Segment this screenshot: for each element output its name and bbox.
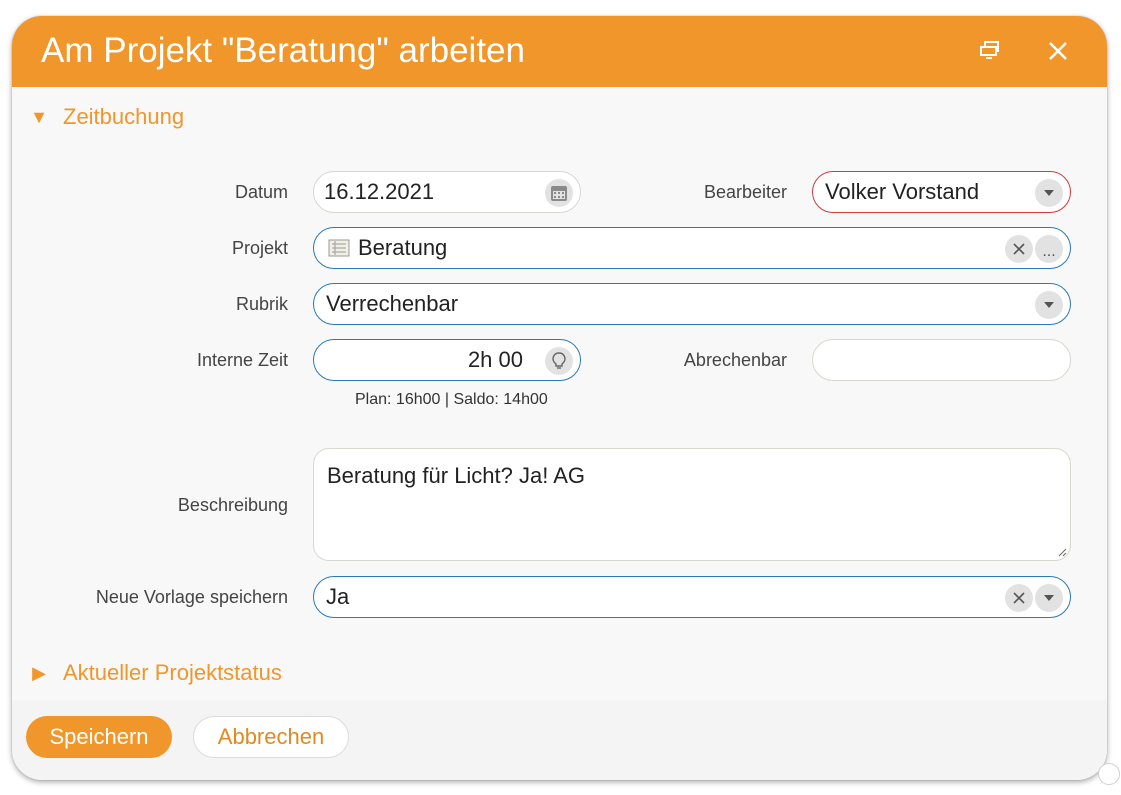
chevron-down-icon[interactable] <box>1035 584 1063 612</box>
restore-icon[interactable] <box>976 37 1004 65</box>
triangle-right-icon: ▶ <box>32 662 46 683</box>
vorlage-select[interactable]: Ja <box>313 576 1071 618</box>
projekt-value: Beratung <box>358 235 448 260</box>
datum-field[interactable]: 16.12.2021 <box>313 171 581 213</box>
clear-icon[interactable] <box>1005 235 1033 263</box>
plan-saldo-hint: Plan: 16h00 | Saldo: 14h00 <box>355 391 548 408</box>
bearbeiter-value: Volker Vorstand <box>825 179 980 204</box>
abrechenbar-label: Abrechenbar <box>683 350 787 370</box>
resize-handle[interactable] <box>1098 763 1120 785</box>
more-button[interactable]: ... <box>1035 235 1063 263</box>
datum-label: Datum <box>234 182 288 202</box>
vorlage-value: Ja <box>326 584 350 609</box>
beschreibung-value: Beratung für Licht? Ja! AG <box>327 463 586 488</box>
beschreibung-label: Beschreibung <box>177 495 288 515</box>
bearbeiter-select[interactable]: Volker Vorstand <box>812 171 1071 213</box>
rubrik-select[interactable]: Verrechenbar <box>313 283 1071 325</box>
vorlage-label: Neue Vorlage speichern <box>95 587 288 607</box>
lightbulb-icon[interactable] <box>545 347 573 375</box>
dialog-title: Am Projekt "Beratung" arbeiten <box>41 31 525 70</box>
datum-value: 16.12.2021 <box>324 179 435 204</box>
interne-zeit-field[interactable]: 2h 00 <box>313 339 581 381</box>
resize-grip-icon[interactable] <box>1057 547 1067 557</box>
abrechenbar-field[interactable] <box>812 339 1071 381</box>
chevron-down-icon[interactable] <box>1035 179 1063 207</box>
bearbeiter-label: Bearbeiter <box>703 182 787 202</box>
triangle-down-icon: ▼ <box>30 106 48 127</box>
cancel-button[interactable]: Abbrechen <box>193 716 349 758</box>
close-icon[interactable] <box>1044 37 1072 65</box>
interne-zeit-value: 2h 00 <box>467 347 523 372</box>
section-zeitbuchung[interactable]: ▼ Zeitbuchung <box>28 102 184 132</box>
projekt-label: Projekt <box>231 238 288 258</box>
beschreibung-textarea[interactable]: Beratung für Licht? Ja! AG <box>313 448 1071 561</box>
section-projektstatus-label: Aktueller Projektstatus <box>63 660 282 685</box>
calendar-icon[interactable] <box>545 179 573 207</box>
dialog-footer: Speichern Abbrechen <box>12 700 1107 780</box>
interne-zeit-label: Interne Zeit <box>196 350 288 370</box>
title-bar: Am Projekt "Beratung" arbeiten <box>12 16 1107 87</box>
section-zeitbuchung-label: Zeitbuchung <box>63 104 185 129</box>
projekt-field[interactable]: Beratung ... <box>313 227 1071 269</box>
save-button[interactable]: Speichern <box>26 716 172 758</box>
rubrik-label: Rubrik <box>235 294 288 314</box>
rubrik-value: Verrechenbar <box>326 291 459 316</box>
chevron-down-icon[interactable] <box>1035 291 1063 319</box>
dialog: Am Projekt "Beratung" arbeiten ▼ Zeitbuc… <box>12 16 1107 780</box>
clear-icon[interactable] <box>1005 584 1033 612</box>
list-icon <box>328 239 350 257</box>
section-projektstatus[interactable]: ▶ Aktueller Projektstatus <box>28 658 282 688</box>
